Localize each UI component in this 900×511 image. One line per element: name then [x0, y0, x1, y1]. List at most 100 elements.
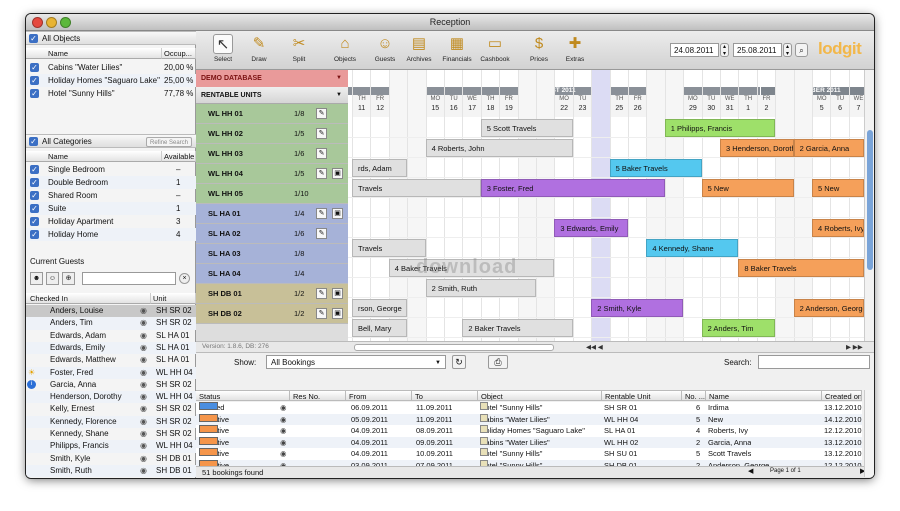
category-checkbox[interactable]: ✓: [30, 204, 39, 213]
search-icon[interactable]: ⌕: [795, 43, 808, 57]
table-header-cell[interactable]: Res No.: [290, 390, 346, 401]
booking-bar[interactable]: Travels: [352, 179, 481, 197]
all-categories-checkbox[interactable]: ✓: [29, 137, 38, 146]
unit-row[interactable]: SL HA 04 1/4: [196, 264, 348, 284]
object-checkbox[interactable]: ✓: [30, 76, 39, 85]
show-select[interactable]: All Bookings ▼: [266, 355, 446, 369]
toolbar-objects-button[interactable]: ⌂ Objects: [326, 32, 364, 69]
guest-row[interactable]: Henderson, Dorothy ◉ WL HH 04: [26, 391, 196, 404]
date-to-stepper[interactable]: ▴ ▾: [783, 43, 792, 57]
object-checkbox[interactable]: ✓: [30, 63, 39, 72]
booking-bar[interactable]: 3 Foster, Fred: [480, 179, 665, 197]
unit-edit-icon[interactable]: ✎: [316, 168, 327, 179]
refine-search-button[interactable]: Refine Search: [146, 137, 193, 147]
category-row[interactable]: ✓ Single Bedroom –: [26, 163, 196, 176]
calendar-vertical-scrollbar[interactable]: [864, 70, 874, 341]
database-selector[interactable]: DEMO DATABASE ▼: [196, 70, 348, 87]
table-header-cell[interactable]: Rentable Unit: [602, 390, 682, 401]
calendar-grid[interactable]: AUGUST 2011SEPTEMBER 2011TH11FR12SA13SU1…: [348, 70, 864, 341]
unit-row[interactable]: WL HH 01 1/8 ✎: [196, 104, 348, 124]
guests-col-unit[interactable]: Unit: [151, 293, 196, 304]
unit-edit-icon[interactable]: ✎: [316, 148, 327, 159]
category-checkbox[interactable]: ✓: [30, 217, 39, 226]
unit-edit-icon[interactable]: ✎: [316, 228, 327, 239]
booking-bar[interactable]: 2 Garcia, Anna: [793, 139, 864, 157]
refresh-icon[interactable]: ↻: [452, 355, 466, 369]
unit-row[interactable]: WL HH 05 1/10: [196, 184, 348, 204]
unit-row[interactable]: SH DB 01 1/2 ✎ ▣: [196, 284, 348, 304]
date-from-field[interactable]: 24.08.2011: [670, 43, 719, 57]
vertical-scroll-thumb[interactable]: [867, 130, 873, 270]
guest-arrow-icon[interactable]: ◉: [140, 305, 147, 317]
clear-search-icon[interactable]: ×: [179, 273, 190, 284]
booking-bar[interactable]: 5 Scott Travels: [480, 119, 573, 137]
category-row[interactable]: ✓ Double Bedroom 1: [26, 176, 196, 189]
status-arrow-icon[interactable]: ◉: [280, 448, 287, 460]
booking-bar[interactable]: 4 Roberts, John: [425, 139, 573, 157]
table-header-cell[interactable]: No. ...: [682, 390, 706, 401]
categories-col-name[interactable]: Name: [26, 151, 162, 162]
table-row[interactable]: Booked◉ 06.09.2011 11.09.2011 Hotel "Sunny …: [196, 402, 862, 414]
object-row[interactable]: ✓ Cabins "Water Lilies" 20,00 %: [26, 61, 196, 74]
bookings-search-input[interactable]: [758, 355, 870, 369]
scroll-right-icon[interactable]: ▶ ▶▶: [846, 343, 863, 351]
booking-bar[interactable]: 2 Smith, Kyle: [591, 299, 684, 317]
guest-arrow-icon[interactable]: ◉: [140, 416, 147, 428]
status-arrow-icon[interactable]: ◉: [280, 402, 287, 414]
unit-info-icon[interactable]: ▣: [332, 288, 343, 299]
guest-row[interactable]: Kennedy, Shane ◉ SH SR 02: [26, 428, 196, 440]
guest-filter-icon-1[interactable]: ☻: [30, 272, 43, 285]
category-checkbox[interactable]: ✓: [30, 178, 39, 187]
guest-arrow-icon[interactable]: ◉: [140, 453, 147, 465]
table-row[interactable]: Tentative◉ 04.09.2011 08.09.2011 Holiday Ho…: [196, 425, 862, 437]
unit-row[interactable]: SL HA 01 1/4 ✎ ▣: [196, 204, 348, 224]
category-checkbox[interactable]: ✓: [30, 191, 39, 200]
category-row[interactable]: ✓ Shared Room –: [26, 189, 196, 202]
booking-bar[interactable]: 2 Anders, Tim: [701, 319, 776, 337]
table-row[interactable]: Tentative◉ 05.09.2011 11.09.2011 Cabins "Wa…: [196, 413, 862, 426]
guest-row[interactable]: Edwards, Adam ◉ SL HA 01: [26, 330, 196, 342]
booking-bar[interactable]: 3 Henderson, Dorothy: [720, 139, 794, 157]
category-checkbox[interactable]: ✓: [30, 165, 39, 174]
guest-arrow-icon[interactable]: ◉: [140, 428, 147, 440]
unit-edit-icon[interactable]: ✎: [316, 108, 327, 119]
guest-row[interactable]: Anders, Louise ◉ SH SR 02: [26, 305, 196, 318]
close-icon[interactable]: [32, 17, 43, 28]
guest-arrow-icon[interactable]: ◉: [140, 379, 147, 391]
guest-arrow-icon[interactable]: ◉: [140, 330, 147, 342]
guest-arrow-icon[interactable]: ◉: [140, 354, 147, 366]
unit-edit-icon[interactable]: ✎: [316, 308, 327, 319]
status-arrow-icon[interactable]: ◉: [280, 425, 287, 437]
guest-row[interactable]: Anders, Tim ◉ SH SR 02: [26, 317, 196, 330]
date-to-field[interactable]: 25.08.2011: [733, 43, 782, 57]
unit-row[interactable]: SL HA 02 1/6 ✎: [196, 224, 348, 244]
guest-search-input[interactable]: [82, 272, 176, 285]
guest-row[interactable]: Smith, Kyle ◉ SH DB 01: [26, 453, 196, 465]
booking-bar[interactable]: 2 Baker Travels: [462, 319, 573, 337]
booking-bar[interactable]: 5 Baker Travels: [609, 159, 702, 177]
guest-row[interactable]: Kelly, Ernest ◉ SH SR 02: [26, 403, 196, 415]
object-row[interactable]: ✓ Holiday Homes "Saguaro Lake" 25,00 %: [26, 74, 196, 87]
guest-filter-icon-3[interactable]: ⊕: [62, 272, 75, 285]
guest-arrow-icon[interactable]: ◉: [140, 465, 147, 477]
table-header-cell[interactable]: From: [346, 390, 412, 401]
unit-row[interactable]: SH DB 02 1/2 ✎ ▣: [196, 304, 348, 324]
print-icon[interactable]: ⎙: [488, 355, 508, 369]
toolbar-prices-button[interactable]: $ Prices: [520, 32, 558, 69]
table-header-cell[interactable]: Status: [196, 390, 290, 401]
booking-bar[interactable]: Travels: [352, 239, 426, 257]
guest-row[interactable]: i Garcia, Anna ◉ SH SR 02: [26, 379, 196, 391]
unit-row[interactable]: WL HH 03 1/6 ✎: [196, 144, 348, 164]
guest-row[interactable]: Philipps, Francis ◉ WL HH 04: [26, 440, 196, 453]
category-checkbox[interactable]: ✓: [30, 230, 39, 239]
toolbar-cashbook-button[interactable]: ▭ Cashbook: [476, 32, 514, 69]
table-header-cell[interactable]: Object: [478, 390, 602, 401]
status-arrow-icon[interactable]: ◉: [280, 414, 287, 426]
booking-bar[interactable]: 2 Smith, Ruth: [425, 279, 536, 297]
toolbar-select-button[interactable]: ↖ Select: [204, 32, 242, 69]
all-objects-checkbox[interactable]: ✓: [29, 34, 38, 43]
toolbar-split-button[interactable]: ✂ Split: [280, 32, 318, 69]
category-row[interactable]: ✓ Suite 1: [26, 202, 196, 215]
objects-col-occ[interactable]: Occup...: [162, 48, 196, 59]
table-header-cell[interactable]: Created on: [822, 390, 862, 401]
